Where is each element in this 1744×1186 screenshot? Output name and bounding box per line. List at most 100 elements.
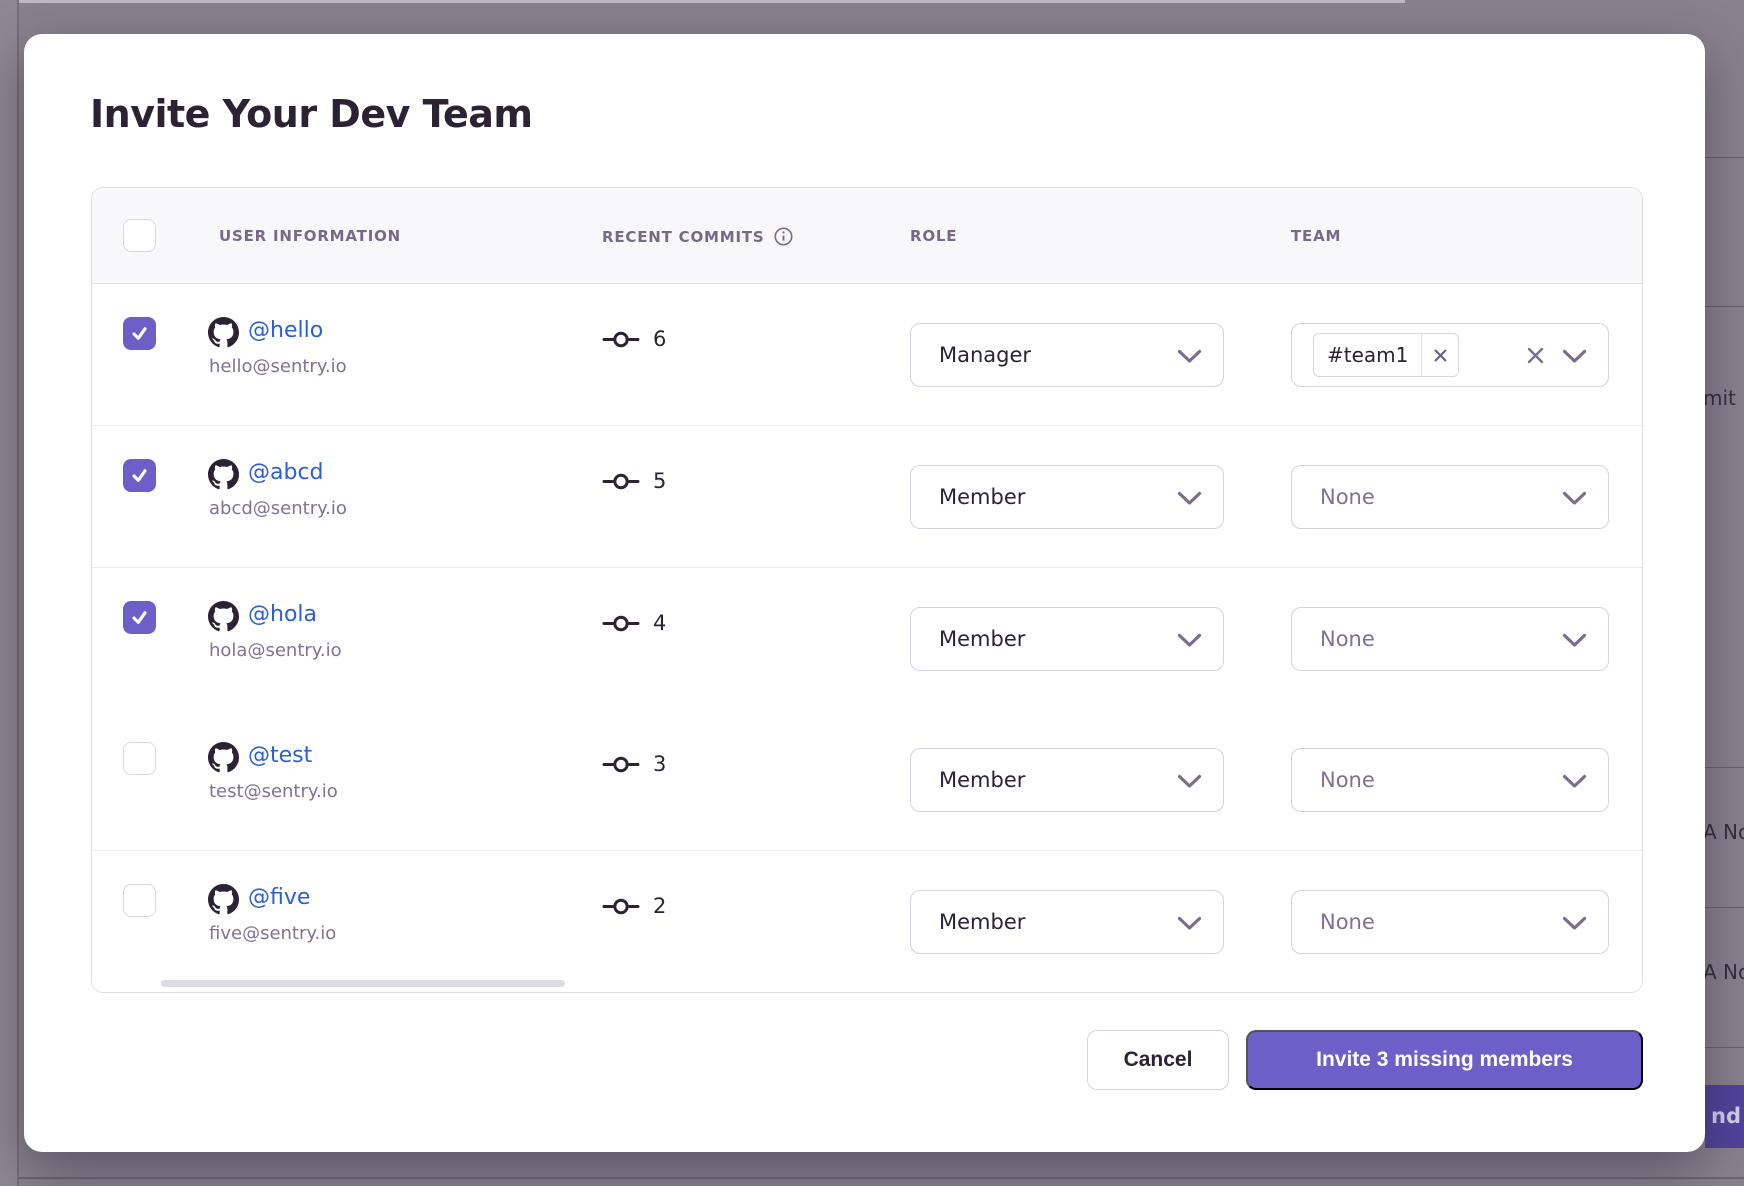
role-select-value: Member	[939, 910, 1025, 934]
github-icon	[208, 601, 239, 632]
team-select[interactable]: None	[1291, 465, 1609, 529]
column-header-team: TEAM	[1291, 227, 1341, 245]
table-row: @five five@sentry.io 2 Member None	[92, 851, 1642, 993]
background-row-line	[1705, 306, 1744, 307]
git-commit-icon	[602, 613, 640, 634]
background-panel-top-sliver	[19, 0, 1405, 3]
background-page-divider	[17, 0, 19, 1186]
commit-count: 3	[653, 752, 666, 776]
git-commit-icon	[602, 471, 640, 492]
column-header-role: ROLE	[910, 227, 957, 245]
role-select[interactable]: Member	[910, 890, 1224, 954]
recent-commits-cell: 5	[602, 469, 666, 493]
horizontal-scrollbar[interactable]	[161, 980, 565, 987]
chevron-down-icon	[1562, 633, 1587, 648]
row-checkbox[interactable]	[123, 601, 156, 634]
cancel-button[interactable]: Cancel	[1087, 1030, 1229, 1090]
user-email: abcd@sentry.io	[209, 498, 347, 519]
column-header-commits: RECENT COMMITS	[602, 227, 793, 246]
chevron-down-icon	[1177, 633, 1202, 648]
row-checkbox[interactable]	[123, 317, 156, 350]
role-select-value: Member	[939, 627, 1025, 651]
team-select-value: None	[1320, 485, 1375, 509]
github-handle-link[interactable]: @five	[248, 885, 310, 910]
team-select[interactable]: None	[1291, 607, 1609, 671]
column-header-commits-label: RECENT COMMITS	[602, 228, 765, 246]
background-text-fragment: A No	[1703, 820, 1744, 844]
background-row-line	[1705, 1047, 1744, 1048]
github-handle-link[interactable]: @test	[248, 743, 312, 768]
role-select[interactable]: Member	[910, 465, 1224, 529]
background-text-fragment: mit	[1703, 386, 1736, 410]
role-select[interactable]: Member	[910, 607, 1224, 671]
git-commit-icon	[602, 329, 640, 350]
user-email: hello@sentry.io	[209, 356, 347, 377]
info-icon[interactable]	[774, 227, 793, 246]
commit-count: 5	[653, 469, 666, 493]
commit-count: 6	[653, 327, 666, 351]
table-row: @hello hello@sentry.io 6 Manager #team1	[92, 284, 1642, 426]
table-row: @abcd abcd@sentry.io 5 Member None	[92, 426, 1642, 568]
team-select[interactable]: None	[1291, 748, 1609, 812]
team-select-value: None	[1320, 627, 1375, 651]
column-header-user: USER INFORMATION	[219, 227, 401, 245]
close-icon[interactable]	[1422, 334, 1458, 376]
row-checkbox[interactable]	[123, 742, 156, 775]
background-row-line	[1705, 157, 1744, 158]
role-select-value: Member	[939, 768, 1025, 792]
user-email: test@sentry.io	[209, 781, 338, 802]
github-icon	[208, 459, 239, 490]
background-row-line	[1705, 907, 1744, 908]
background-page-bottom-line	[19, 1177, 1744, 1179]
row-checkbox[interactable]	[123, 884, 156, 917]
background-page-edge	[0, 0, 17, 1186]
github-icon	[208, 742, 239, 773]
user-email: five@sentry.io	[209, 923, 336, 944]
invite-table: USER INFORMATION RECENT COMMITS ROLE TEA…	[91, 187, 1643, 993]
chevron-down-icon	[1562, 774, 1587, 789]
git-commit-icon	[602, 754, 640, 775]
commit-count: 2	[653, 894, 666, 918]
table-row: @hola hola@sentry.io 4 Member None	[92, 568, 1642, 710]
chevron-down-icon	[1177, 774, 1202, 789]
github-handle-link[interactable]: @abcd	[248, 460, 324, 485]
team-select[interactable]: None	[1291, 890, 1609, 954]
chevron-down-icon	[1177, 491, 1202, 506]
github-handle-link[interactable]: @hello	[248, 318, 323, 343]
background-row-line	[1705, 767, 1744, 768]
recent-commits-cell: 4	[602, 611, 666, 635]
table-header-row: USER INFORMATION RECENT COMMITS ROLE TEA…	[92, 188, 1642, 284]
role-select[interactable]: Manager	[910, 323, 1224, 387]
user-email: hola@sentry.io	[209, 640, 342, 661]
chevron-down-icon	[1177, 349, 1202, 364]
git-commit-icon	[602, 896, 640, 917]
chevron-down-icon	[1562, 349, 1587, 364]
team-select-value: None	[1320, 910, 1375, 934]
background-send-button-fragment: nd	[1705, 1085, 1744, 1148]
recent-commits-cell: 2	[602, 894, 666, 918]
role-select-value: Member	[939, 485, 1025, 509]
commit-count: 4	[653, 611, 666, 635]
close-icon[interactable]	[1526, 346, 1545, 365]
chevron-down-icon	[1562, 916, 1587, 931]
invite-members-button[interactable]: Invite 3 missing members	[1246, 1030, 1643, 1090]
recent-commits-cell: 6	[602, 327, 666, 351]
team-select-value: None	[1320, 768, 1375, 792]
invite-dev-team-modal: Invite Your Dev Team USER INFORMATION RE…	[24, 34, 1705, 1152]
role-select-value: Manager	[939, 343, 1031, 367]
recent-commits-cell: 3	[602, 752, 666, 776]
row-checkbox[interactable]	[123, 459, 156, 492]
team-tag-label: #team1	[1314, 334, 1421, 376]
github-icon	[208, 317, 239, 348]
team-select[interactable]: #team1	[1291, 323, 1609, 387]
github-icon	[208, 884, 239, 915]
select-all-checkbox[interactable]	[123, 219, 156, 252]
background-text-fragment: A No	[1703, 960, 1744, 984]
chevron-down-icon	[1562, 491, 1587, 506]
table-row: @test test@sentry.io 3 Member None	[92, 709, 1642, 851]
chevron-down-icon	[1177, 916, 1202, 931]
role-select[interactable]: Member	[910, 748, 1224, 812]
team-tag: #team1	[1313, 333, 1459, 377]
page-title: Invite Your Dev Team	[90, 92, 533, 136]
github-handle-link[interactable]: @hola	[248, 602, 317, 627]
